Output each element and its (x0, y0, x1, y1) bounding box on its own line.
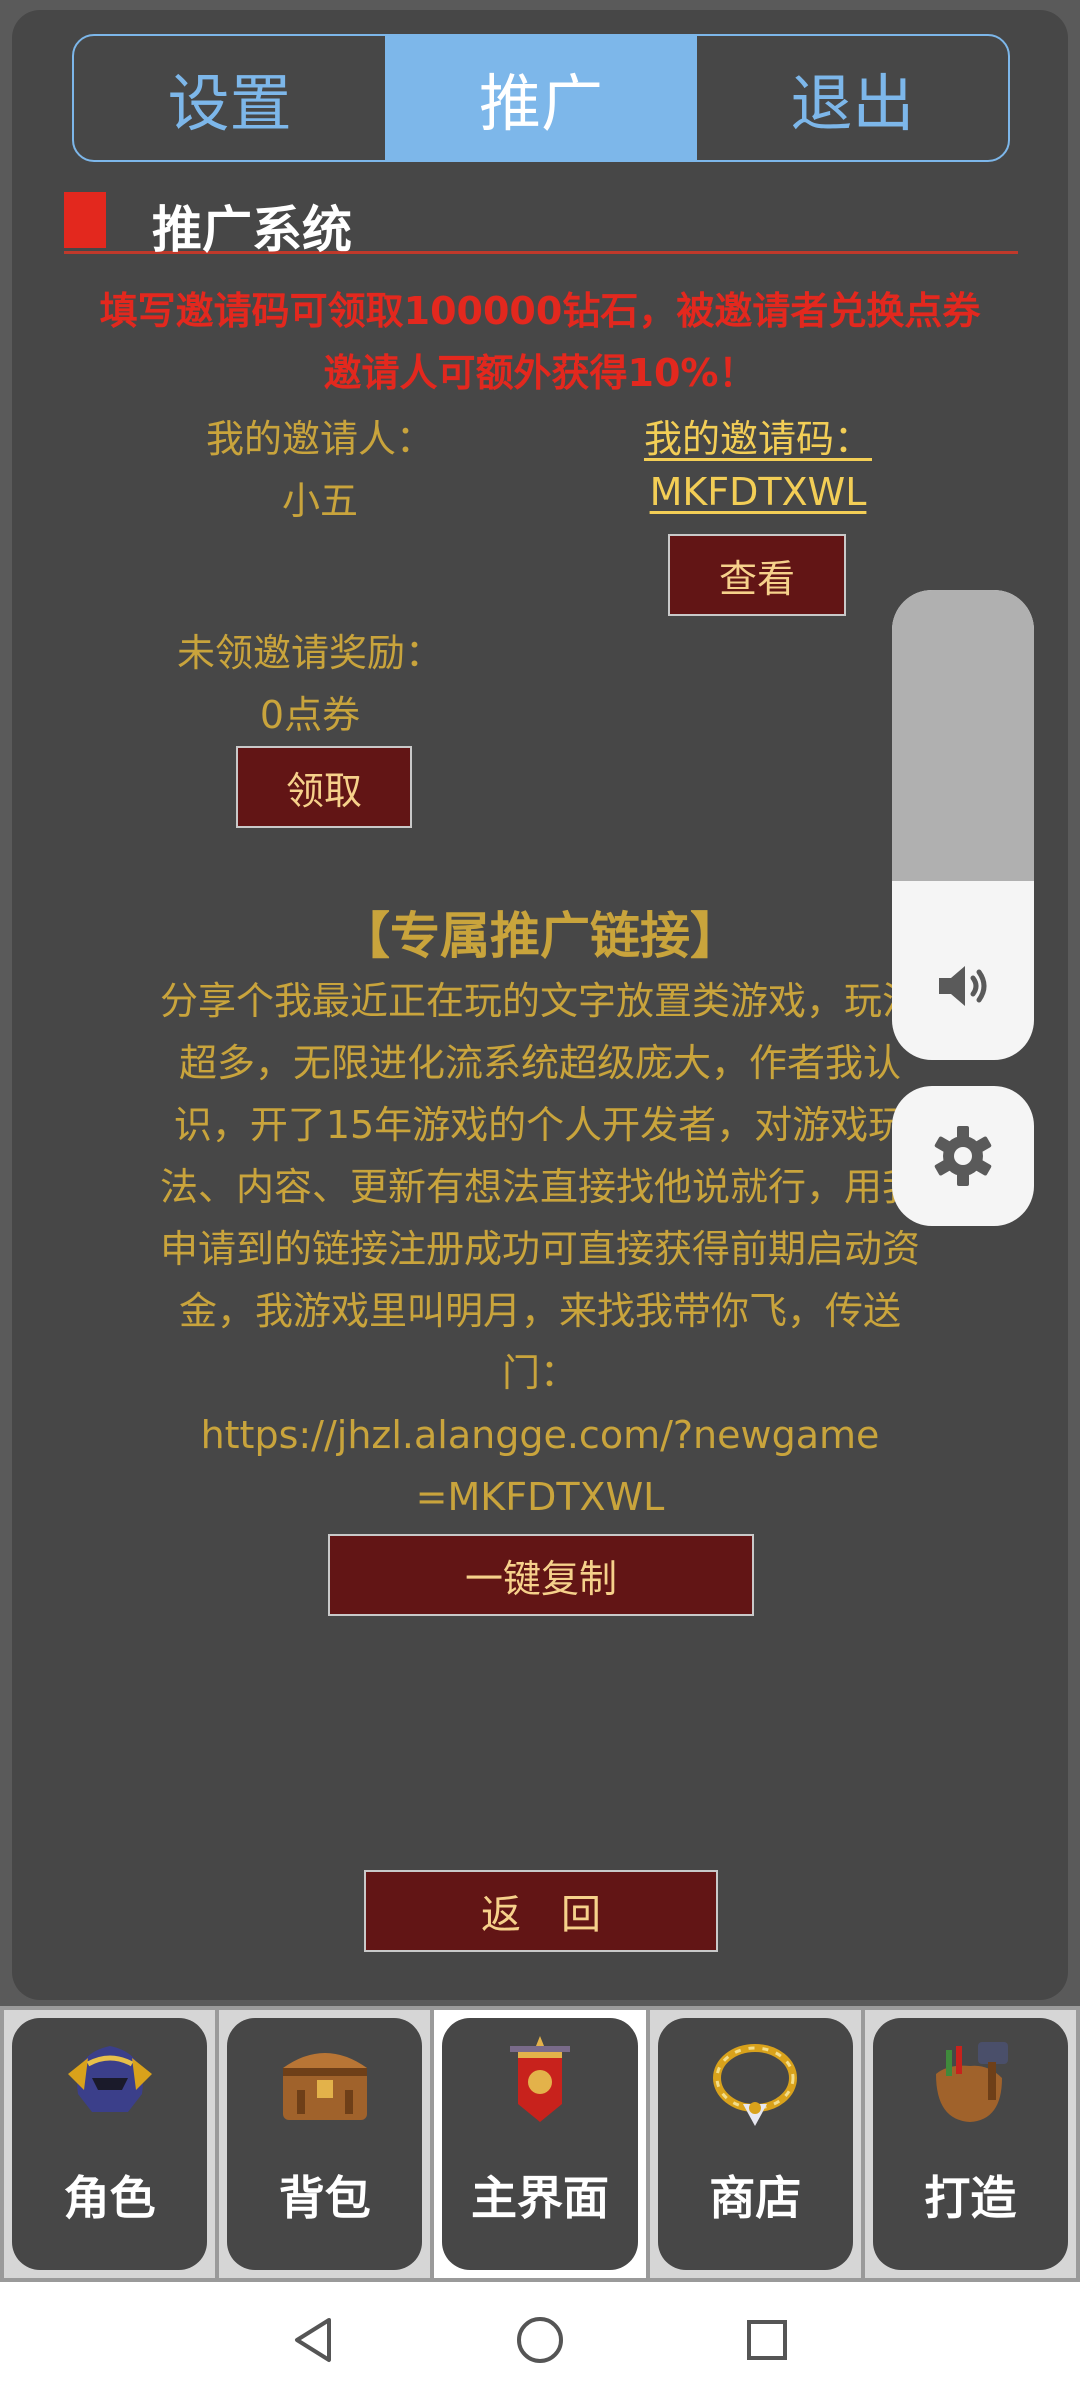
gear-icon (934, 1126, 992, 1186)
nav-label: 打造 (924, 2171, 1017, 2225)
nav-backpack[interactable]: 背包 (219, 2010, 431, 2278)
back-button[interactable]: 返 回 (364, 1870, 718, 1952)
nav-label: 角色 (63, 2171, 156, 2225)
invite-notice: 填写邀请码可领取100000钻石，被邀请者兑换点券邀请人可额外获得10%！ (99, 289, 981, 395)
settings-float-button[interactable] (892, 1086, 1034, 1226)
nav-label: 背包 (278, 2171, 371, 2225)
recents-square-icon[interactable] (731, 2304, 803, 2376)
my-code-value[interactable]: MKFDTXWL (598, 470, 918, 514)
section-title: 推广系统 (152, 201, 352, 259)
tab-promotion[interactable]: 推广 (385, 36, 697, 160)
forge-bag-icon (936, 2042, 1009, 2122)
volume-level-track (892, 590, 1034, 882)
nav-label: 主界面 (471, 2171, 609, 2225)
nav-character[interactable]: 角色 (4, 2010, 216, 2278)
volume-slider[interactable] (892, 590, 1034, 1060)
speaker-icon (892, 960, 1034, 1012)
copy-link-button[interactable]: 一键复制 (328, 1534, 754, 1616)
helmet-icon (67, 2046, 152, 2112)
promo-link[interactable]: https://jhzl.alangge.com/?newgame=MKFDTX… (200, 1404, 880, 1528)
system-nav-bar (0, 2282, 1080, 2398)
chest-icon (282, 2053, 367, 2120)
my-code-label[interactable]: 我的邀请码： (598, 408, 918, 463)
nav-main[interactable]: 主界面 (434, 2010, 646, 2278)
tab-settings[interactable]: 设置 (74, 36, 385, 160)
necklace-icon (713, 2044, 798, 2126)
banner-icon (510, 2036, 570, 2122)
back-triangle-icon[interactable] (277, 2304, 349, 2376)
bottom-nav: 角色 背包 主界面 商店 打造 (0, 2006, 1080, 2282)
promo-title: 【专属推广链接】 (340, 907, 740, 965)
inviter-label: 我的邀请人： (205, 417, 434, 461)
nav-label: 商店 (709, 2171, 802, 2225)
home-circle-icon[interactable] (504, 2304, 576, 2376)
reward-value: 0点券 (259, 693, 361, 737)
nav-shop[interactable]: 商店 (649, 2010, 861, 2278)
view-code-button[interactable]: 查看 (668, 534, 846, 616)
inviter-value: 小五 (281, 479, 358, 523)
claim-reward-button[interactable]: 领取 (236, 746, 412, 828)
promo-text: 分享个我最近正在玩的文字放置类游戏，玩法超多，无限进化流系统超级庞大，作者我认识… (160, 979, 921, 1395)
top-tab-bar: 设置 推广 退出 (72, 34, 1010, 162)
tab-exit[interactable]: 退出 (697, 36, 1008, 160)
reward-label: 未领邀请奖励： (176, 631, 443, 675)
section-header: 推广系统 (64, 190, 1018, 259)
section-marker (64, 192, 106, 248)
nav-forge[interactable]: 打造 (864, 2010, 1077, 2278)
